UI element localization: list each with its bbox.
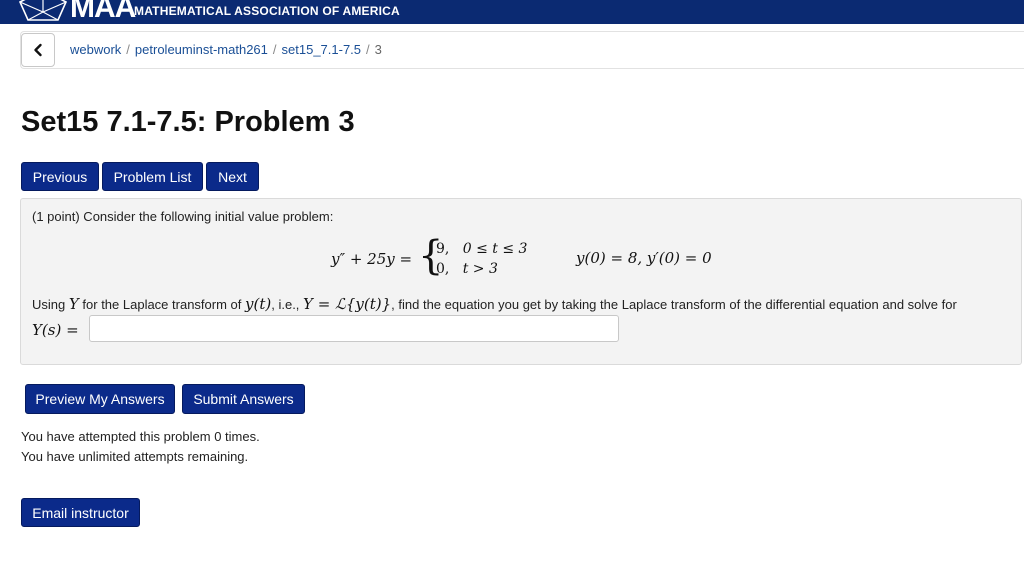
top-banner: MAA MATHEMATICAL ASSOCIATION OF AMERICA [0,0,1024,24]
page-title: Set15 7.1-7.5: Problem 3 [21,106,355,138]
breadcrumb-separator: / [126,42,130,57]
breadcrumb-link-course[interactable]: petroleuminst-math261 [135,42,268,57]
previous-button[interactable]: Previous [21,162,99,191]
piecewise-case-2: 0, t > 3 [436,261,498,277]
chevron-left-icon [34,43,42,57]
maa-logo-icon [18,0,68,24]
org-name: MATHEMATICAL ASSOCIATION OF AMERICA [134,4,400,18]
answer-input[interactable] [89,315,619,342]
problem-instructions: Using Y for the Laplace transform of y(t… [32,295,957,313]
breadcrumb-link-webwork[interactable]: webwork [70,42,121,57]
next-button[interactable]: Next [206,162,259,191]
breadcrumb-link-set[interactable]: set15_7.1-7.5 [282,42,362,57]
submit-answers-button[interactable]: Submit Answers [182,384,305,414]
remaining-attempts-text: You have unlimited attempts remaining. [21,449,249,464]
breadcrumb-current: 3 [374,42,382,57]
problem-panel: (1 point) Consider the following initial… [20,198,1022,365]
breadcrumb-separator: / [272,42,277,57]
logo-text: MAA [70,0,136,24]
breadcrumb-bar: webwork / petroleuminst-math261 / set15_7.1-… [20,31,1024,69]
preview-answers-button[interactable]: Preview My Answers [25,384,175,414]
initial-conditions: y(0) = 8, y′(0) = 0 [576,249,712,267]
problem-intro: (1 point) Consider the following initial… [32,209,334,224]
breadcrumb-separator: / [366,42,370,57]
breadcrumb: webwork / petroleuminst-math261 / set15_7.1-… [70,42,382,57]
attempts-text: You have attempted this problem 0 times. [21,429,260,444]
back-button[interactable] [21,33,55,67]
answer-label: Y(s) = [32,321,79,339]
email-instructor-button[interactable]: Email instructor [21,498,140,527]
piecewise-case-1: 9, 0 ≤ t ≤ 3 [436,241,528,257]
problem-list-button[interactable]: Problem List [102,162,203,191]
equation-lhs: y″ + 25y = [331,250,413,268]
